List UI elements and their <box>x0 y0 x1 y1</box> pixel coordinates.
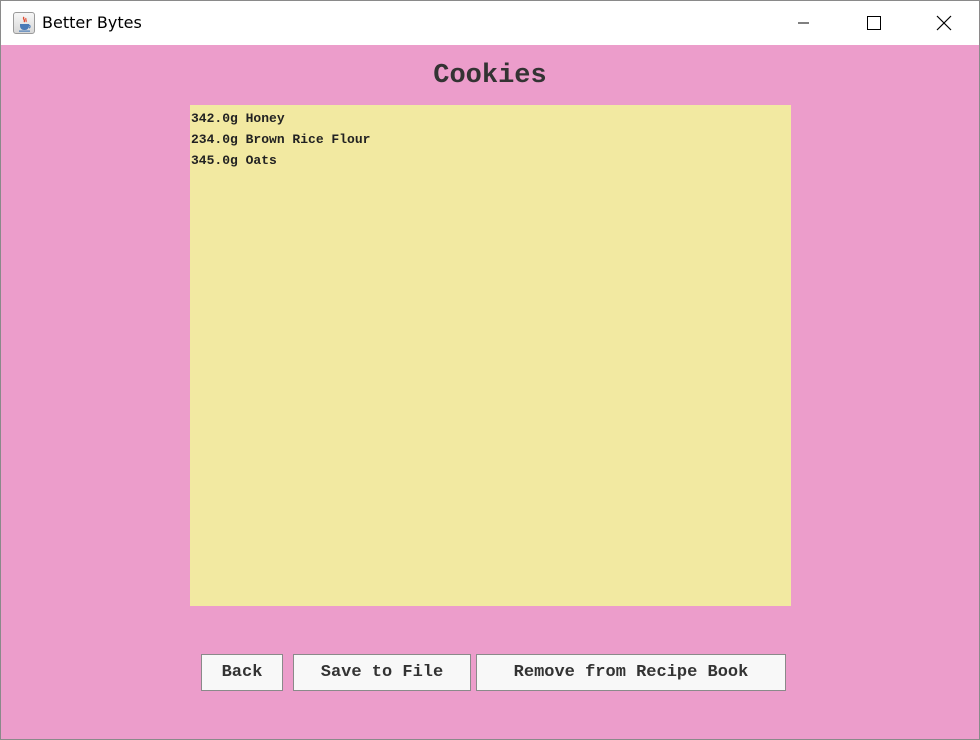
close-icon <box>936 15 952 31</box>
close-button[interactable] <box>921 1 967 45</box>
maximize-button[interactable] <box>851 1 897 45</box>
minimize-icon <box>798 22 809 24</box>
app-window: Better Bytes Cookies 342.0g Honey 234.0g… <box>0 0 980 740</box>
ingredient-line: 345.0g Oats <box>191 153 277 168</box>
remove-from-recipe-book-button[interactable]: Remove from Recipe Book <box>476 654 786 691</box>
ingredient-line: 234.0g Brown Rice Flour <box>191 132 371 147</box>
ingredients-text-area[interactable]: 342.0g Honey 234.0g Brown Rice Flour 345… <box>190 105 791 606</box>
title-bar[interactable]: Better Bytes <box>1 1 979 45</box>
save-to-file-button[interactable]: Save to File <box>293 654 471 691</box>
ingredient-line: 342.0g Honey <box>191 111 285 126</box>
window-title: Better Bytes <box>42 13 142 32</box>
maximize-icon <box>867 16 881 30</box>
minimize-button[interactable] <box>781 1 827 45</box>
back-button[interactable]: Back <box>201 654 283 691</box>
recipe-title: Cookies <box>433 61 547 91</box>
java-coffee-cup-icon[interactable] <box>13 12 35 34</box>
